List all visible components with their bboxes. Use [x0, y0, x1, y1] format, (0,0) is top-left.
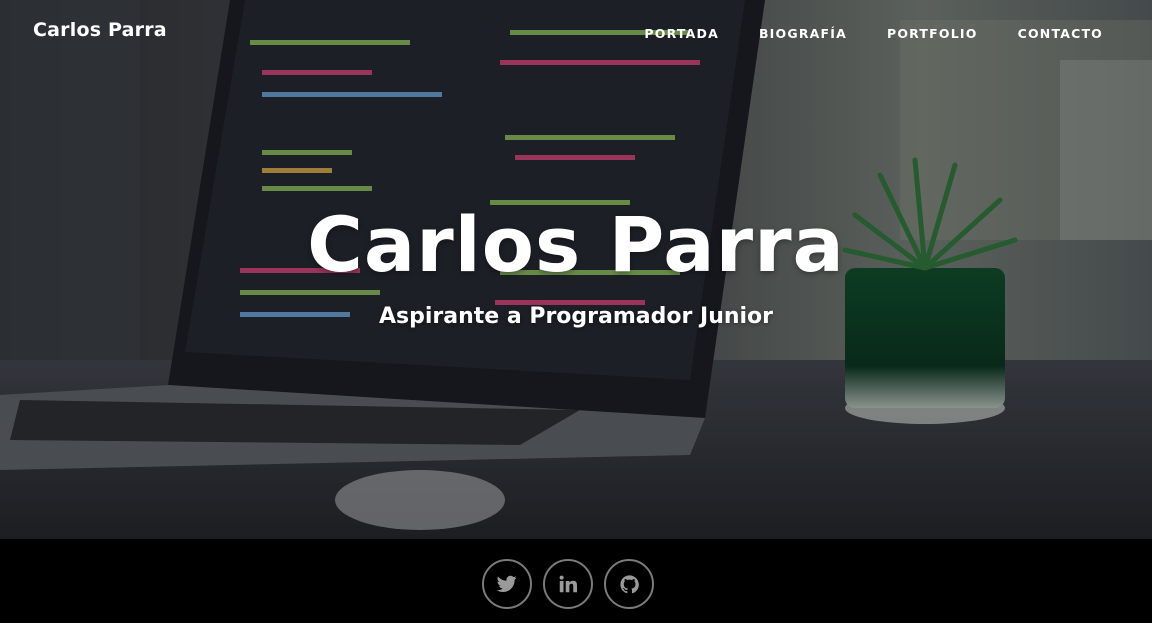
- nav-item-biografia: BIOGRAFÍA: [759, 23, 847, 42]
- hero-subtitle: Aspirante a Programador Junior: [378, 304, 774, 329]
- github-icon: [619, 574, 639, 593]
- hero-title: Carlos Parra: [307, 200, 845, 289]
- nav-link-portfolio[interactable]: PORTFOLIO: [887, 26, 978, 41]
- nav-link-contacto[interactable]: CONTACTO: [1018, 26, 1103, 41]
- twitter-icon: [497, 575, 517, 592]
- brand-link[interactable]: Carlos Parra: [33, 19, 167, 41]
- main-nav: PORTADA BIOGRAFÍA PORTFOLIO CONTACTO: [644, 23, 1103, 42]
- linkedin-icon: [559, 575, 577, 593]
- linkedin-button[interactable]: [543, 559, 593, 609]
- github-button[interactable]: [604, 559, 654, 609]
- nav-item-contacto: CONTACTO: [1018, 23, 1103, 42]
- nav-item-portfolio: PORTFOLIO: [887, 23, 978, 42]
- nav-link-portada[interactable]: PORTADA: [644, 26, 719, 41]
- social-links: [482, 559, 654, 609]
- nav-item-portada: PORTADA: [644, 23, 719, 42]
- twitter-button[interactable]: [482, 559, 532, 609]
- footer: [0, 539, 1152, 623]
- nav-link-biografia[interactable]: BIOGRAFÍA: [759, 26, 847, 41]
- hero-section: Carlos Parra PORTADA BIOGRAFÍA PORTFOLIO…: [0, 0, 1152, 539]
